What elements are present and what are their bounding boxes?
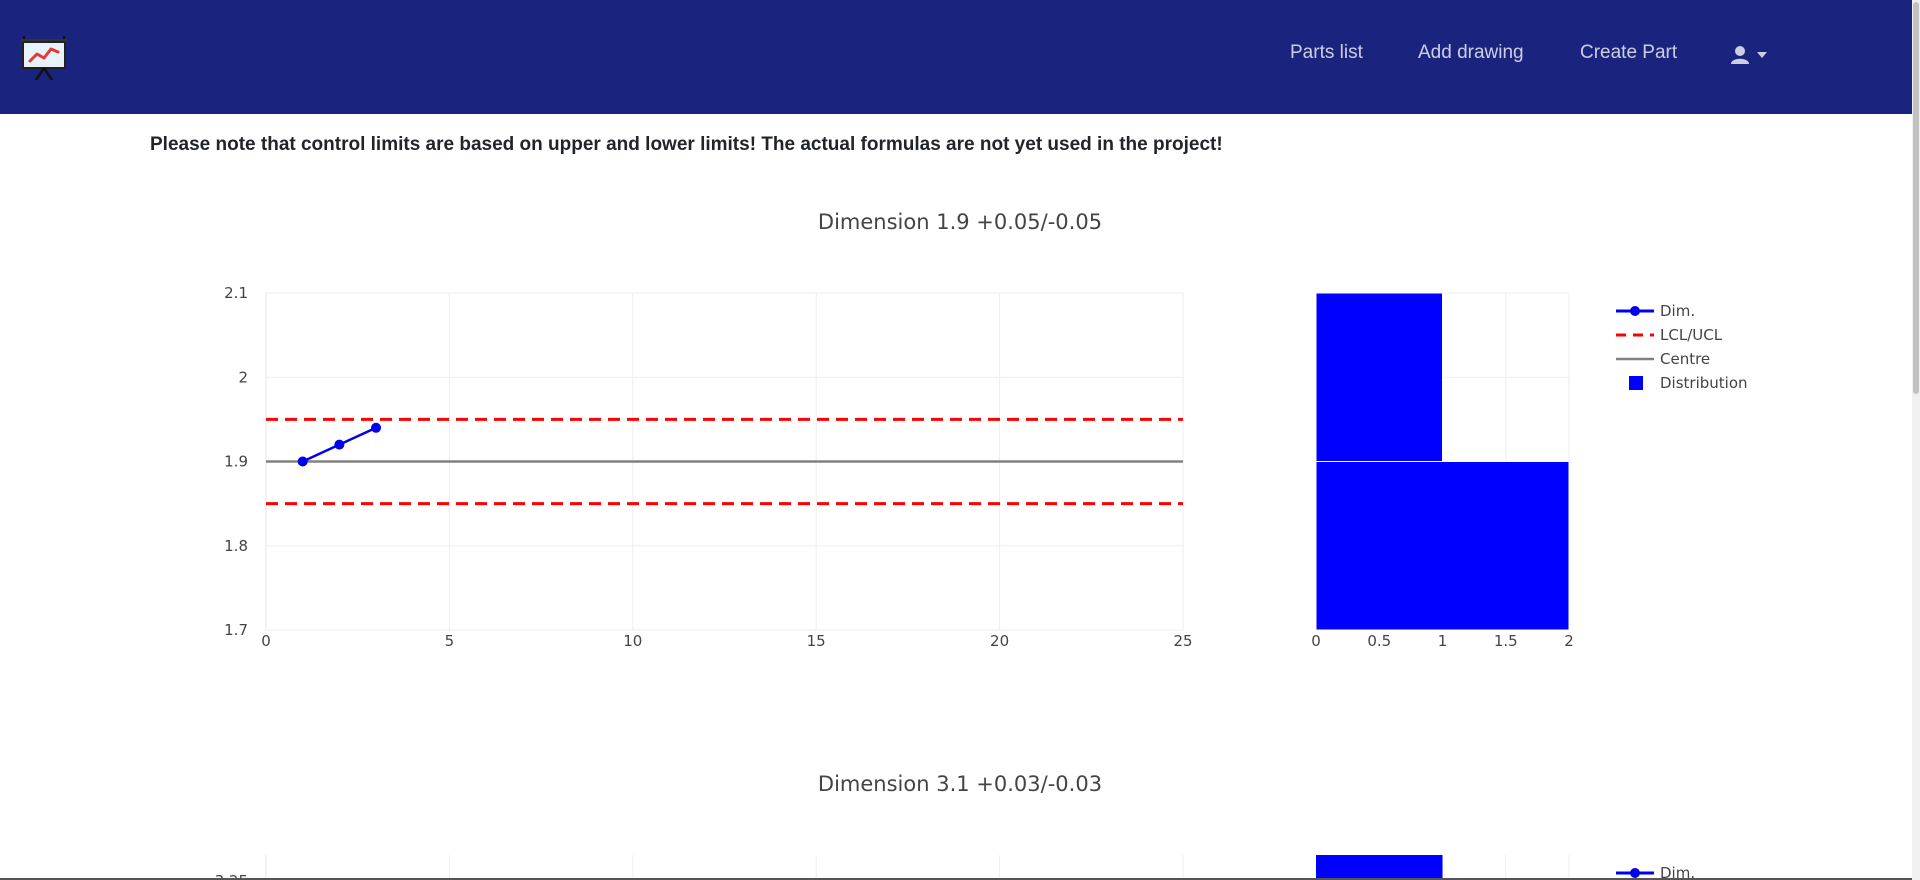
scrollbar-thumb[interactable]	[1913, 2, 1919, 394]
plot2-legend-dim-marker	[1630, 868, 1640, 878]
plot2-histogram-bar	[1316, 855, 1443, 880]
control-chart-plot-2[interactable]: 3.25Dim.	[0, 0, 1920, 880]
